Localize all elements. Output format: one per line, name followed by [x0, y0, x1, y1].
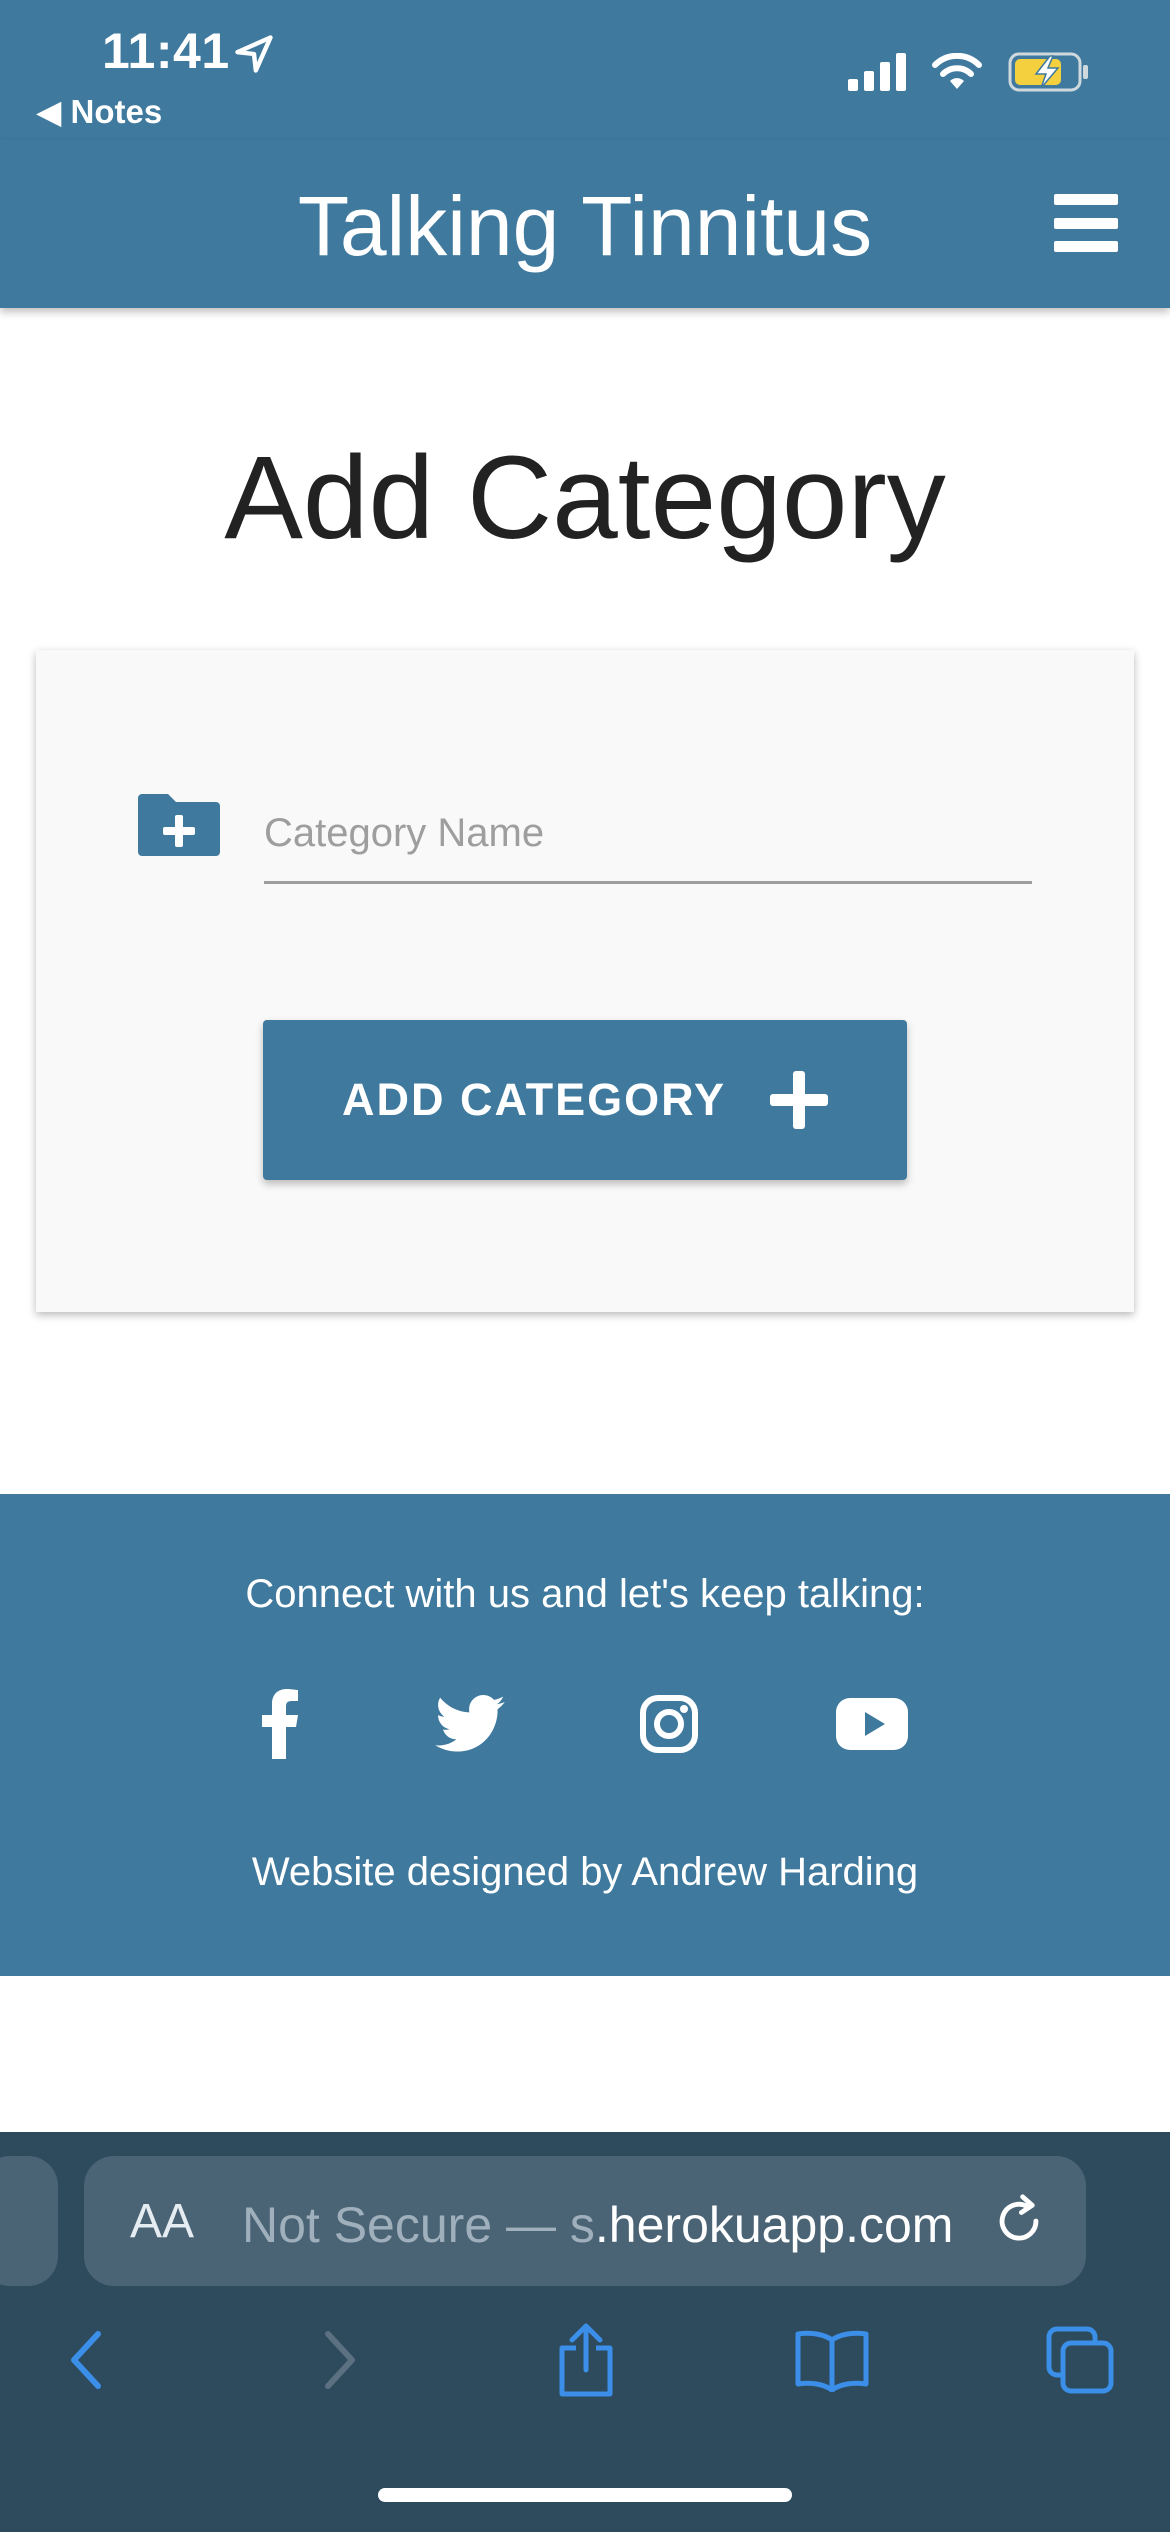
brand-logo-text[interactable]: Talking Tinnitus: [0, 178, 1170, 275]
add-category-button-label: ADD CATEGORY: [342, 1074, 726, 1125]
youtube-icon[interactable]: [834, 1684, 910, 1764]
twitter-icon[interactable]: [432, 1684, 508, 1764]
tabs-icon[interactable]: [1040, 2320, 1120, 2400]
reload-icon[interactable]: [990, 2192, 1048, 2250]
footer-connect-text: Connect with us and let's keep talking:: [245, 1572, 925, 1616]
forward-icon[interactable]: [300, 2320, 380, 2400]
facebook-icon[interactable]: [248, 1684, 312, 1764]
category-name-field: [264, 790, 1032, 884]
back-icon[interactable]: [46, 2320, 126, 2400]
cellular-signal-icon: [848, 53, 906, 91]
back-to-notes-link[interactable]: ◀ Notes: [36, 92, 162, 131]
url-faded-prefix: s: [569, 2197, 595, 2253]
plus-icon: [770, 1071, 828, 1129]
status-time: 11:41: [102, 23, 230, 79]
url-text: Not Secure — s.herokuapp.com: [242, 2196, 953, 2254]
footer: Connect with us and let's keep talking:: [0, 1494, 1170, 1976]
browser-toolbar: AA Not Secure — s.herokuapp.com: [0, 2132, 1170, 2532]
text-size-button[interactable]: AA: [130, 2194, 194, 2249]
location-arrow-icon: [235, 35, 273, 73]
instagram-icon[interactable]: [636, 1684, 702, 1764]
status-bar: 11:41 ◀ Notes: [0, 0, 1170, 140]
url-security-label: Not Secure —: [242, 2197, 570, 2253]
status-icons: [848, 52, 1090, 92]
battery-charging-icon: [1008, 52, 1088, 92]
add-category-form: ADD CATEGORY: [36, 650, 1134, 1312]
hamburger-menu-icon[interactable]: [1054, 194, 1118, 252]
previous-tab-preview[interactable]: [0, 2156, 58, 2286]
social-links: [0, 1684, 1170, 1764]
footer-credit: Website designed by Andrew Harding: [251, 1850, 919, 1894]
bookmarks-icon[interactable]: [792, 2320, 872, 2400]
wifi-icon: [932, 53, 982, 89]
address-bar[interactable]: AA Not Secure — s.herokuapp.com: [84, 2156, 1086, 2286]
page-title: Add Category: [224, 432, 946, 564]
share-icon[interactable]: [546, 2320, 626, 2400]
folder-plus-icon: [138, 794, 220, 856]
url-domain: .herokuapp.com: [594, 2197, 954, 2253]
category-name-input[interactable]: [264, 790, 1032, 876]
home-indicator[interactable]: [378, 2488, 792, 2502]
navbar: Talking Tinnitus: [0, 140, 1170, 308]
add-category-button[interactable]: ADD CATEGORY: [263, 1020, 907, 1180]
